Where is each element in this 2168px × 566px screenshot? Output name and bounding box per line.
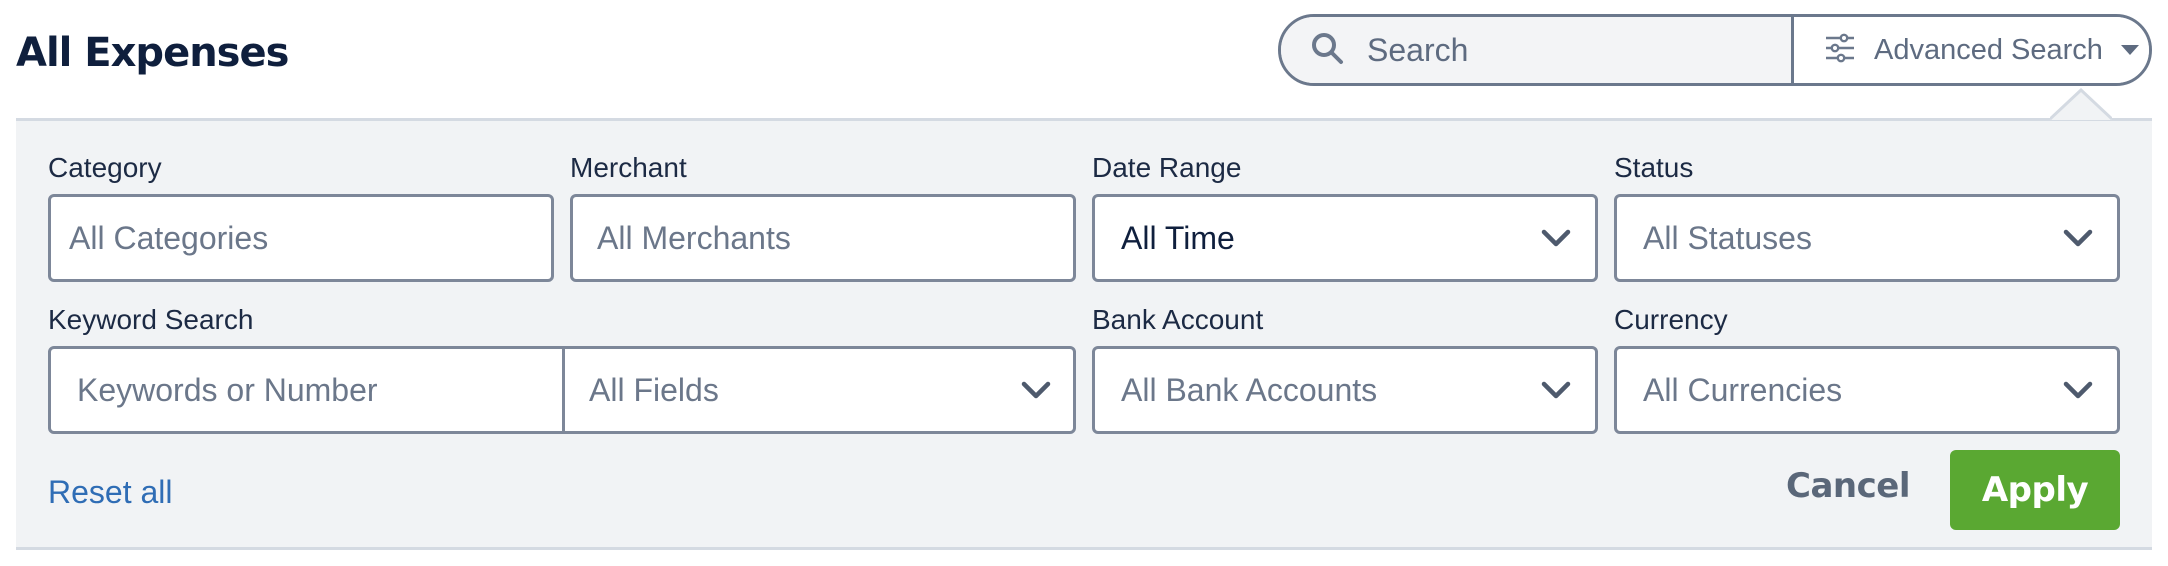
currency-select[interactable]: All Currencies (1614, 346, 2120, 434)
chevron-down-icon (2063, 381, 2093, 399)
keyword-fields-value: All Fields (589, 371, 719, 408)
keyword-input-wrap[interactable] (51, 349, 565, 431)
currency-value: All Currencies (1643, 371, 1843, 408)
bank-account-value: All Bank Accounts (1121, 371, 1378, 408)
reset-all-link[interactable]: Reset all (48, 474, 173, 511)
chevron-down-icon (2063, 229, 2093, 247)
bank-account-label: Bank Account (1092, 304, 1264, 335)
currency-label: Currency (1614, 304, 1728, 335)
page-title: All Expenses (16, 30, 289, 76)
apply-button[interactable]: Apply (1950, 450, 2120, 530)
status-select[interactable]: All Statuses (1614, 194, 2120, 282)
category-field[interactable] (48, 194, 554, 282)
panel-pointer (2050, 88, 2112, 120)
search-icon (1309, 30, 1345, 71)
category-label: Category (48, 152, 162, 183)
sliders-icon (1824, 33, 1856, 68)
keyword-fields-select[interactable]: All Fields (565, 349, 1073, 431)
search-input[interactable] (1367, 31, 1787, 69)
status-label: Status (1614, 152, 1694, 183)
category-input[interactable] (51, 197, 551, 279)
merchant-field[interactable] (570, 194, 1076, 282)
chevron-down-icon (1021, 381, 1051, 399)
date-range-select[interactable]: All Time (1092, 194, 1598, 282)
chevron-down-icon (1541, 229, 1571, 247)
caret-down-icon (2120, 45, 2139, 55)
merchant-input[interactable] (573, 197, 1073, 279)
search-field[interactable] (1281, 17, 1791, 83)
advanced-search-label: Advanced Search (1874, 33, 2103, 66)
keyword-search-label: Keyword Search (48, 304, 254, 335)
cancel-button[interactable]: Cancel (1786, 466, 1910, 506)
status-value: All Statuses (1643, 219, 1812, 256)
merchant-label: Merchant (570, 152, 687, 183)
keyword-input[interactable] (51, 349, 562, 431)
bank-account-select[interactable]: All Bank Accounts (1092, 346, 1598, 434)
date-range-value: All Time (1121, 219, 1235, 256)
search-bar: Advanced Search (1278, 14, 2152, 86)
chevron-down-icon (1541, 381, 1571, 399)
advanced-search-button[interactable]: Advanced Search (1791, 17, 2149, 83)
date-range-label: Date Range (1092, 152, 1242, 183)
keyword-search-group: All Fields (48, 346, 1076, 434)
